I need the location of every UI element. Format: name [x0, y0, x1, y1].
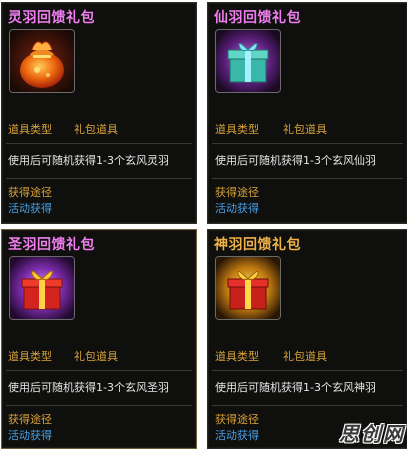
item-tooltip-card-xianyu: 仙羽回馈礼包 道具类型 礼包道具 使用后可随机获得1-3个玄风仙羽 获得途径 活…	[207, 2, 407, 224]
source-value: 活动获得	[8, 202, 52, 215]
divider	[6, 143, 192, 144]
item-type-value: 礼包道具	[283, 350, 327, 363]
divider	[212, 370, 403, 371]
divider	[212, 143, 403, 144]
red-gift-box-gold-glow-icon	[216, 257, 280, 319]
item-description: 使用后可随机获得1-3个玄风仙羽	[215, 154, 376, 167]
source-label: 获得途径	[215, 186, 259, 199]
item-title: 仙羽回馈礼包	[214, 10, 301, 26]
source-label: 获得途径	[8, 413, 52, 426]
source-label: 获得途径	[8, 186, 52, 199]
source-label: 获得途径	[215, 413, 259, 426]
item-type-value: 礼包道具	[74, 350, 118, 363]
teal-gift-box-icon	[216, 30, 280, 92]
item-type-value: 礼包道具	[283, 123, 327, 136]
item-type-label: 道具类型	[215, 123, 259, 136]
divider	[6, 178, 192, 179]
item-description: 使用后可随机获得1-3个玄风神羽	[215, 381, 376, 394]
site-watermark: 思创网	[339, 422, 405, 446]
item-title: 神羽回馈礼包	[214, 237, 301, 253]
orange-pouch-icon	[10, 30, 74, 92]
item-icon-slot[interactable]	[215, 256, 281, 320]
item-tooltip-card-lingyu: 灵羽回馈礼包 道具类型 礼包道具 使用后可随机获得1-3个玄风灵羽 获得途径 活…	[1, 2, 197, 224]
divider	[212, 405, 403, 406]
item-icon-slot[interactable]	[9, 256, 75, 320]
source-value: 活动获得	[215, 429, 259, 442]
item-title: 圣羽回馈礼包	[8, 237, 95, 253]
item-title: 灵羽回馈礼包	[8, 10, 95, 26]
divider	[212, 178, 403, 179]
source-value: 活动获得	[8, 429, 52, 442]
item-icon-slot[interactable]	[215, 29, 281, 93]
item-type-label: 道具类型	[8, 123, 52, 136]
item-description: 使用后可随机获得1-3个玄风圣羽	[8, 381, 169, 394]
item-icon-slot[interactable]	[9, 29, 75, 93]
item-type-label: 道具类型	[215, 350, 259, 363]
divider	[6, 405, 192, 406]
source-value: 活动获得	[215, 202, 259, 215]
item-tooltip-card-shengyu: 圣羽回馈礼包 道具类型 礼包道具 使用后可随机获得1-3个玄风圣羽 获得途径 活…	[1, 229, 197, 449]
item-tooltip-card-shenyu: 神羽回馈礼包 道具类型 礼包道具 使用后可随机获得1-3个玄风神羽 获得途径 活…	[207, 229, 407, 449]
item-type-value: 礼包道具	[74, 123, 118, 136]
item-description: 使用后可随机获得1-3个玄风灵羽	[8, 154, 169, 167]
red-gift-box-purple-glow-icon	[10, 257, 74, 319]
item-type-label: 道具类型	[8, 350, 52, 363]
divider	[6, 370, 192, 371]
